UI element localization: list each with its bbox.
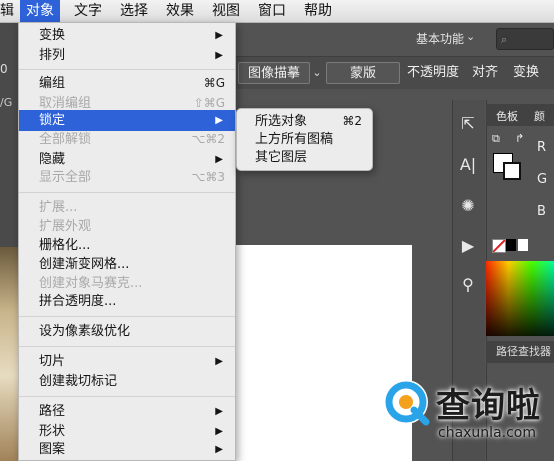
menu-item-arrange[interactable]: 排列 ▶ bbox=[19, 45, 235, 66]
play-icon[interactable]: ▶ bbox=[459, 236, 477, 255]
workspace-switcher[interactable]: 基本功能 bbox=[416, 30, 464, 47]
submenu-item-label: 上方所有图稿 bbox=[255, 132, 334, 147]
menu-item-label: 图案 bbox=[39, 442, 66, 457]
menu-item-flatten-transparency[interactable]: 拼合透明度... bbox=[19, 291, 235, 312]
menu-item-expand[interactable]: 扩展... bbox=[19, 197, 235, 218]
white-swatch[interactable] bbox=[518, 239, 528, 251]
menu-item-label: 扩展外观 bbox=[39, 219, 92, 234]
chevron-down-icon[interactable]: ⌄ bbox=[466, 30, 475, 43]
menu-item-label: 编组 bbox=[39, 76, 66, 91]
watermark-logo-icon bbox=[384, 380, 430, 426]
menu-item-label: 变换 bbox=[39, 28, 66, 43]
menu-separator bbox=[19, 396, 235, 397]
menu-separator bbox=[19, 316, 235, 317]
menu-object[interactable]: 对象 bbox=[20, 0, 60, 22]
menu-item-label: 排列 bbox=[39, 48, 66, 63]
watermark-url: chaxunla.com bbox=[438, 425, 536, 441]
menu-item-pattern[interactable]: 图案 ▶ bbox=[19, 439, 235, 460]
submenu-item-label: 其它图层 bbox=[255, 150, 308, 165]
menu-item-label: 锁定 bbox=[39, 113, 66, 128]
menu-effect[interactable]: 效果 bbox=[160, 0, 200, 22]
submenu-item-label: 所选对象 bbox=[255, 114, 308, 129]
green-label: G bbox=[537, 172, 548, 187]
menu-item-pixel-perfect[interactable]: 设为像素级优化 bbox=[19, 321, 235, 342]
menu-separator bbox=[19, 346, 235, 347]
none-slash-icon bbox=[492, 239, 506, 253]
menu-shortcut: ⌘G bbox=[203, 76, 225, 90]
submenu-arrow-icon: ▶ bbox=[215, 444, 223, 455]
menu-item-label: 扩展... bbox=[39, 200, 78, 215]
swap-arrow-icon[interactable]: ↱ bbox=[515, 132, 524, 145]
menu-item-label: 创建渐变网格... bbox=[39, 257, 130, 272]
menu-item-label: 切片 bbox=[39, 354, 66, 369]
menu-item-trim-marks[interactable]: 创建裁切标记 bbox=[19, 371, 235, 392]
menu-item-label: 拼合透明度... bbox=[39, 294, 117, 309]
image-trace-dropdown-icon[interactable]: ⌄ bbox=[310, 62, 324, 84]
menu-view[interactable]: 视图 bbox=[206, 0, 246, 22]
left-fragment-text: 0 bbox=[0, 62, 8, 76]
submenu-item-selection[interactable]: 所选对象 ⌘2 bbox=[237, 113, 372, 130]
sun-icon[interactable]: ✺ bbox=[459, 196, 477, 215]
lock-submenu: 所选对象 ⌘2 上方所有图稿 其它图层 bbox=[236, 108, 373, 171]
menu-item-unlock-all[interactable]: 全部解锁 ⌥⌘2 bbox=[19, 129, 235, 150]
color-spectrum[interactable] bbox=[486, 261, 554, 336]
menu-item-label: 路径 bbox=[39, 404, 66, 419]
submenu-arrow-icon: ▶ bbox=[215, 406, 223, 417]
submenu-arrow-icon: ▶ bbox=[215, 50, 223, 61]
submenu-arrow-icon: ▶ bbox=[215, 356, 223, 367]
pathfinder-panel-tab[interactable]: 路径查找器 bbox=[486, 341, 554, 363]
menu-item-group[interactable]: 编组 ⌘G bbox=[19, 73, 235, 94]
menu-item-show-all[interactable]: 显示全部 ⌥⌘3 bbox=[19, 167, 235, 188]
none-swatch[interactable] bbox=[492, 239, 506, 253]
menu-item-label: 栅格化... bbox=[39, 238, 91, 253]
export-icon[interactable]: ⇱ bbox=[459, 114, 477, 133]
menu-type[interactable]: 文字 bbox=[68, 0, 108, 22]
menu-item-lock[interactable]: 锁定 ▶ bbox=[19, 110, 235, 131]
stroke-swatch[interactable] bbox=[503, 162, 521, 180]
menu-item-transform[interactable]: 变换 ▶ bbox=[19, 25, 235, 46]
search-input[interactable]: ⌕ bbox=[496, 28, 554, 50]
menu-item-label: 全部解锁 bbox=[39, 132, 92, 147]
type-tool-icon[interactable]: A| bbox=[459, 155, 477, 174]
search-icon: ⌕ bbox=[501, 33, 508, 46]
submenu-item-all-artwork-above[interactable]: 上方所有图稿 bbox=[237, 131, 372, 148]
canvas-photo bbox=[0, 247, 18, 461]
menu-item-slice[interactable]: 切片 ▶ bbox=[19, 351, 235, 372]
watermark-name: 查询啦 bbox=[436, 386, 541, 426]
menu-shortcut: ⌘2 bbox=[342, 114, 362, 128]
tab-color[interactable]: 颜 bbox=[534, 108, 545, 124]
menu-item-label: 创建裁切标记 bbox=[39, 374, 118, 389]
menu-item-rasterize[interactable]: 栅格化... bbox=[19, 235, 235, 256]
menu-item-expand-appearance[interactable]: 扩展外观 bbox=[19, 216, 235, 237]
menu-shortcut: ⌥⌘3 bbox=[191, 170, 225, 184]
menu-item-label: 设为像素级优化 bbox=[39, 324, 131, 339]
align-link[interactable]: 对齐 bbox=[468, 62, 502, 84]
blue-label: B bbox=[537, 204, 546, 219]
opacity-link[interactable]: 不透明度 bbox=[404, 62, 462, 84]
menu-item-label: 显示全部 bbox=[39, 170, 92, 185]
mask-button[interactable]: 蒙版 bbox=[326, 62, 400, 84]
black-swatch[interactable] bbox=[506, 239, 516, 251]
menu-item-gradient-mesh[interactable]: 创建渐变网格... bbox=[19, 254, 235, 275]
image-trace-button[interactable]: 图像描摹 bbox=[238, 62, 310, 84]
submenu-arrow-icon: ▶ bbox=[215, 30, 223, 41]
object-menu: 变换 ▶ 排列 ▶ 编组 ⌘G 取消编组 ⇧⌘G 锁定 ▶ 全部解锁 ⌥⌘2 隐… bbox=[18, 22, 236, 461]
submenu-arrow-icon: ▶ bbox=[215, 115, 223, 126]
puppet-warp-icon[interactable]: ⚲ bbox=[459, 275, 477, 294]
document-path-fragment: /G bbox=[0, 96, 13, 109]
submenu-item-other-layers[interactable]: 其它图层 bbox=[237, 149, 372, 166]
menu-help[interactable]: 帮助 bbox=[298, 0, 338, 22]
swap-colors-icon[interactable]: ⧉ bbox=[492, 132, 500, 146]
menu-separator bbox=[19, 69, 235, 70]
menu-edit[interactable]: 辑 bbox=[0, 0, 20, 22]
tab-swatches[interactable]: 色板 bbox=[496, 108, 518, 124]
menubar: 辑 对象 文字 选择 效果 视图 窗口 帮助 bbox=[0, 0, 554, 23]
menu-item-path[interactable]: 路径 ▶ bbox=[19, 401, 235, 422]
transform-link[interactable]: 变换 bbox=[508, 62, 544, 84]
menu-window[interactable]: 窗口 bbox=[252, 0, 292, 22]
menu-select[interactable]: 选择 bbox=[114, 0, 154, 22]
menu-shortcut: ⌥⌘2 bbox=[191, 132, 225, 146]
red-label: R bbox=[537, 140, 547, 155]
menu-separator bbox=[19, 192, 235, 193]
